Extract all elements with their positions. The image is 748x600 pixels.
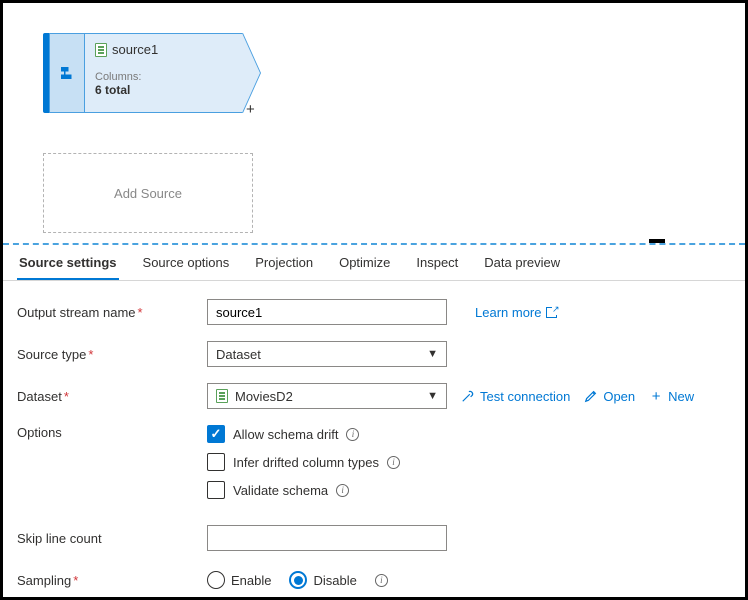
source-type-label: Source type* [17,347,207,362]
infer-drifted-types-label: Infer drifted column types [233,455,379,470]
learn-more-link[interactable]: Learn more [475,305,557,320]
source-settings-form: Output stream name* Learn more Source ty… [3,281,745,600]
node-columns-label: Columns: [95,71,232,83]
pane-divider[interactable] [3,243,745,245]
node-handle[interactable] [49,33,85,113]
tab-data-preview[interactable]: Data preview [482,247,562,280]
dataset-select[interactable]: MoviesD2 ▼ [207,383,447,409]
source-node[interactable]: source1 Columns: 6 total [43,33,243,113]
validate-schema-label: Validate schema [233,483,328,498]
node-title: source1 [112,42,158,57]
dataflow-canvas[interactable]: source1 Columns: 6 total + Add Source [3,3,745,243]
test-connection-icon [461,389,475,403]
external-link-icon [546,307,557,318]
pencil-icon [584,389,598,403]
allow-schema-drift-checkbox[interactable] [207,425,225,443]
skip-line-count-label: Skip line count [17,531,207,546]
sampling-disable-radio[interactable]: Disable [289,571,356,589]
dataset-doc-icon [216,389,228,403]
info-icon[interactable] [336,484,349,497]
options-label: Options [17,425,207,440]
add-source-label: Add Source [114,186,182,201]
radio-icon [207,571,225,589]
output-stream-input[interactable] [207,299,447,325]
sampling-label: Sampling* [17,573,207,588]
test-connection-button[interactable]: Test connection [461,389,570,404]
output-stream-label: Output stream name* [17,305,207,320]
open-dataset-button[interactable]: Open [584,389,635,404]
info-icon[interactable] [375,574,388,587]
allow-schema-drift-label: Allow schema drift [233,427,338,442]
tab-source-options[interactable]: Source options [141,247,232,280]
radio-icon [289,571,307,589]
add-transform-button[interactable]: + [246,101,255,118]
new-dataset-button[interactable]: + New [649,389,694,404]
info-icon[interactable] [346,428,359,441]
dataset-label: Dataset* [17,389,207,404]
skip-line-count-input[interactable] [207,525,447,551]
source-type-select[interactable]: Dataset ▼ [207,341,447,367]
tabs-bar: Source settings Source options Projectio… [3,245,745,281]
tab-optimize[interactable]: Optimize [337,247,392,280]
node-columns-value: 6 total [95,83,232,97]
add-source-button[interactable]: Add Source [43,153,253,233]
dataset-doc-icon [95,43,107,57]
info-icon[interactable] [387,456,400,469]
tab-source-settings[interactable]: Source settings [17,247,119,280]
node-body[interactable]: source1 Columns: 6 total [85,33,243,113]
infer-drifted-types-checkbox[interactable] [207,453,225,471]
sampling-enable-radio[interactable]: Enable [207,571,271,589]
tab-projection[interactable]: Projection [253,247,315,280]
tab-inspect[interactable]: Inspect [414,247,460,280]
plus-icon: + [649,389,663,403]
dataflow-icon [58,64,76,82]
validate-schema-checkbox[interactable] [207,481,225,499]
chevron-down-icon: ▼ [427,348,438,360]
chevron-down-icon: ▼ [427,390,438,402]
